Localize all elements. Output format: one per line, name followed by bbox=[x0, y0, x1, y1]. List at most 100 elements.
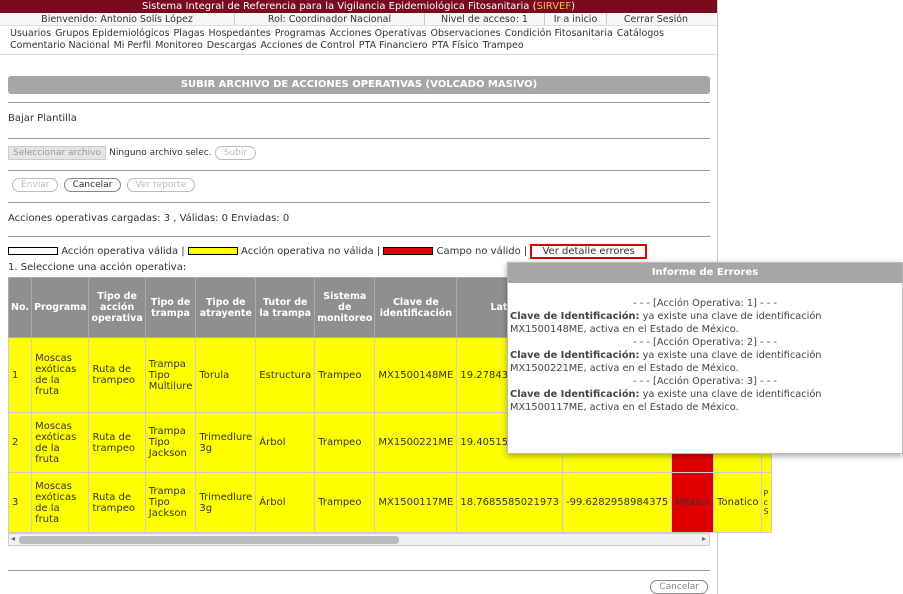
menu-item[interactable]: Comentario Nacional bbox=[10, 40, 110, 51]
legend-valid-label: Acción operativa válida bbox=[61, 246, 179, 257]
menu-item[interactable]: Mi Perfil bbox=[114, 40, 152, 51]
table-cell: Trampa Tipo Multilure bbox=[144, 337, 197, 413]
view-errors-button[interactable]: Ver detalle errores bbox=[530, 244, 647, 259]
app-title: Sistema Integral de Referencia para la V… bbox=[141, 1, 537, 12]
access-level: Nivel de acceso: 1 bbox=[425, 13, 545, 25]
cancel-button[interactable]: Cancelar bbox=[63, 178, 122, 192]
table-cell: Moscas exóticas de la fruta bbox=[31, 337, 90, 413]
menu-item[interactable]: Plagas bbox=[174, 28, 205, 39]
menu-item[interactable]: PTA Financiero bbox=[359, 40, 428, 51]
no-file-text: Ninguno archivo selec. bbox=[109, 148, 212, 158]
menu-item[interactable]: Descargas bbox=[207, 40, 257, 51]
legend-field-label: Campo no válido bbox=[436, 246, 521, 257]
report-entry-label: Clave de Identificación: bbox=[510, 350, 640, 361]
logout-link[interactable]: Cerrar Sesión bbox=[607, 13, 705, 25]
welcome-text: Bienvenido: Antonio Solís López bbox=[0, 13, 235, 25]
menu-item[interactable]: Observaciones bbox=[430, 28, 500, 39]
column-header[interactable]: Tipo de trampa bbox=[144, 277, 197, 338]
column-header[interactable]: Clave de identificación bbox=[374, 277, 458, 338]
table-cell: Estructura bbox=[255, 337, 316, 413]
home-link[interactable]: Ir a inicio bbox=[545, 13, 607, 25]
divider bbox=[8, 102, 710, 103]
action-buttons: Enviar Cancelar Ver reporte bbox=[8, 178, 710, 196]
column-header[interactable]: Tipo de acción operativa bbox=[88, 277, 146, 338]
divider bbox=[8, 570, 710, 571]
menu-item[interactable]: Programas bbox=[275, 28, 326, 39]
table-cell: Tonatico bbox=[713, 472, 763, 533]
menu-item[interactable]: Hospedantes bbox=[209, 28, 271, 39]
report-entry-label: Clave de Identificación: bbox=[510, 389, 640, 400]
menu-item[interactable]: Usuarios bbox=[10, 28, 51, 39]
report-entry-label: Clave de Identificación: bbox=[510, 311, 640, 322]
role-text: Rol: Coordinador Nacional bbox=[235, 13, 425, 25]
column-header[interactable]: Tutor de la trampa bbox=[255, 277, 316, 338]
legend-invalid-swatch bbox=[187, 247, 238, 255]
report-entry-title: - - - [Acción Operativa: 3] - - - bbox=[633, 376, 777, 387]
horizontal-scrollbar[interactable]: ◂ ▸ bbox=[8, 533, 710, 546]
table-cell: México bbox=[671, 472, 715, 533]
column-header[interactable]: Programa bbox=[31, 277, 90, 338]
table-cell: Árbol bbox=[255, 472, 316, 533]
table-cell: 2 bbox=[7, 412, 33, 473]
column-header[interactable]: Tipo de atrayente bbox=[195, 277, 257, 338]
scroll-right-icon[interactable]: ▸ bbox=[702, 534, 706, 543]
menu-item[interactable]: Condición Fitosanitaria bbox=[505, 28, 613, 39]
column-header[interactable]: Sistema de monitoreo bbox=[314, 277, 376, 338]
menu-row-2: Comentario Nacional Mi Perfil Monitoreo Des… bbox=[10, 40, 707, 52]
bottom-bar: Cancelar bbox=[8, 579, 710, 594]
report-entry: Clave de Identificación: ya existe una c… bbox=[510, 310, 900, 336]
table-cell: Ruta de trampeo bbox=[88, 337, 146, 413]
scroll-left-icon[interactable]: ◂ bbox=[11, 534, 15, 543]
legend-invalid-label: Acción operativa no válida bbox=[241, 246, 374, 257]
error-report-dialog: Informe de Errores - - - [Acción Operati… bbox=[507, 262, 903, 454]
send-button[interactable]: Enviar bbox=[12, 178, 59, 192]
table-cell: Ruta de trampeo bbox=[88, 412, 146, 473]
table-cell: Trampeo bbox=[314, 472, 376, 533]
upload-button[interactable]: Subir bbox=[214, 146, 257, 160]
user-bar: Bienvenido: Antonio Solís López Rol: Coo… bbox=[0, 13, 717, 26]
divider bbox=[8, 170, 710, 171]
view-report-button[interactable]: Ver reporte bbox=[126, 178, 196, 192]
table-cell: 3 bbox=[7, 472, 33, 533]
table-row[interactable]: 3 Moscas exóticas de la fruta Ruta de tram… bbox=[7, 472, 773, 533]
report-entry: Clave de Identificación: ya existe una c… bbox=[510, 349, 900, 375]
table-cell: Trampeo bbox=[314, 412, 376, 473]
app-title-suffix: ) bbox=[571, 1, 576, 12]
menu-item[interactable]: Grupos Epidemiológicos bbox=[55, 28, 169, 39]
menu-item[interactable]: Trampeo bbox=[483, 40, 524, 51]
summary-text: Acciones operativas cargadas: 3 , Válida… bbox=[8, 213, 290, 224]
legend-valid-swatch bbox=[8, 247, 58, 255]
column-header[interactable]: No. bbox=[7, 277, 33, 338]
table-cell: 1 bbox=[7, 337, 33, 413]
table-cell: Árbol bbox=[255, 412, 316, 473]
table-cell: 18.7685585021973 bbox=[456, 472, 563, 533]
divider bbox=[8, 236, 710, 237]
main-menu: Usuarios Grupos Epidemiológicos Plagas Hosp… bbox=[0, 26, 717, 55]
scrollbar-thumb[interactable] bbox=[19, 536, 399, 544]
report-entry-title: - - - [Acción Operativa: 1] - - - bbox=[633, 298, 777, 309]
cancel-bottom-button[interactable]: Cancelar bbox=[650, 580, 708, 594]
divider bbox=[8, 138, 710, 139]
legend: Acción operativa válida | Acción operati… bbox=[8, 244, 710, 260]
select-file-button[interactable]: Seleccionar archivo bbox=[8, 146, 106, 160]
panel-title: SUBIR ARCHIVO DE ACCIONES OPERATIVAS (VO… bbox=[8, 76, 710, 94]
table-cell: Trampa Tipo Jackson bbox=[144, 412, 197, 473]
table-cell: Trimedlure 3g bbox=[195, 412, 257, 473]
table-cell: Ruta de trampeo bbox=[88, 472, 146, 533]
report-title: Informe de Errores bbox=[508, 263, 902, 283]
report-entry-title: - - - [Acción Operativa: 2] - - - bbox=[633, 337, 777, 348]
legend-field-swatch bbox=[383, 247, 434, 255]
table-cell: Trimedlure 3g bbox=[195, 472, 257, 533]
menu-item[interactable]: Monitoreo bbox=[155, 40, 203, 51]
table-cell: Moscas exóticas de la fruta bbox=[31, 412, 90, 473]
menu-item[interactable]: Catálogos bbox=[617, 28, 664, 39]
menu-item[interactable]: PTA Físico bbox=[432, 40, 479, 51]
brand-name: SIRVEF bbox=[536, 1, 572, 12]
table-cell: P c S bbox=[761, 472, 773, 533]
menu-item[interactable]: Acciones de Control bbox=[260, 40, 354, 51]
menu-item[interactable]: Acciones Operativas bbox=[330, 28, 427, 39]
report-entry: Clave de Identificación: ya existe una c… bbox=[510, 388, 900, 414]
download-template-link[interactable]: Bajar Plantilla bbox=[8, 113, 710, 129]
divider bbox=[8, 202, 710, 203]
file-row: Seleccionar archivo Ninguno archivo sele… bbox=[8, 146, 710, 164]
